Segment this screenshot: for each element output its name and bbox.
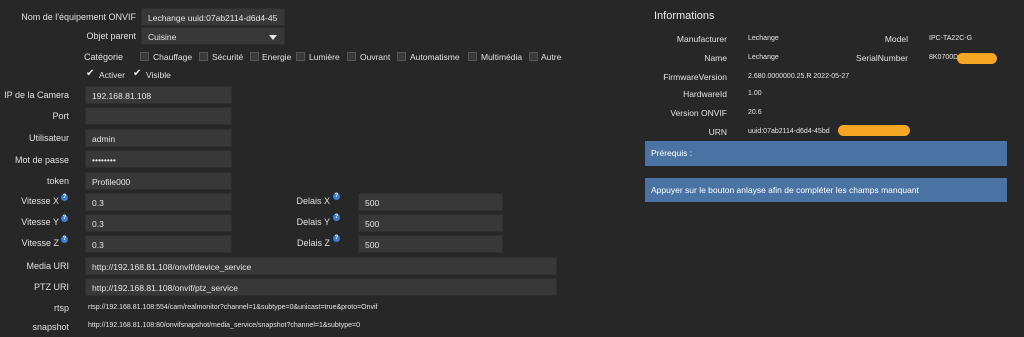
visible-label: Visible <box>146 70 171 80</box>
hardware-label: HardwareId <box>683 89 727 99</box>
activate-label: Activer <box>99 70 125 80</box>
token-label: token <box>46 176 69 186</box>
category-label-autre: Autre <box>541 52 562 62</box>
speed-x-input[interactable]: 0.3 <box>85 193 232 211</box>
hardware-value: 1.00 <box>748 90 762 97</box>
delay-x-label: Delais X <box>296 196 330 206</box>
redaction-mark <box>838 125 910 136</box>
category-checkbox-lumiere[interactable] <box>296 52 305 61</box>
category-label-lumiere: Lumière <box>309 52 340 62</box>
user-label: Utilisateur <box>28 133 69 143</box>
speed-z-input[interactable]: 0.3 <box>85 235 232 253</box>
manufacturer-label: Manufacturer <box>676 34 727 44</box>
manufacturer-value: Lechange <box>748 35 779 42</box>
firmware-label: FirmwareVersion <box>663 72 727 82</box>
prerequisites-box: Prérequis : <box>645 141 1007 166</box>
ptz-uri-label: PTZ URI <box>34 282 69 292</box>
analyse-hint-text: Appuyer sur le bouton anlayse afin de co… <box>651 185 919 195</box>
redaction-mark <box>957 53 997 64</box>
category-checkbox-chauffage[interactable] <box>140 52 149 61</box>
help-icon[interactable]: ? <box>61 236 68 243</box>
chevron-down-icon <box>269 35 277 40</box>
visible-checkbox[interactable]: ✔ <box>133 69 141 79</box>
category-checkbox-automatisme[interactable] <box>397 52 406 61</box>
speed-z-label: Vitesse Z <box>21 238 59 248</box>
delay-y-input[interactable]: 500 <box>358 214 503 232</box>
help-icon[interactable]: ? <box>61 215 68 222</box>
rtsp-value: rtsp://192.168.81.108:554/cam/realmonito… <box>88 304 378 311</box>
category-label-chauffage: Chauffage <box>153 52 193 62</box>
ip-input[interactable]: 192.168.81.108 <box>85 86 232 104</box>
parent-object-select[interactable]: Cuisine <box>141 27 285 45</box>
help-icon[interactable]: ? <box>333 214 340 221</box>
token-input[interactable]: Profile000 <box>85 172 232 190</box>
model-label: Model <box>884 34 908 44</box>
delay-x-input[interactable]: 500 <box>358 193 503 211</box>
category-label-automatisme: Automatisme <box>410 52 460 62</box>
delay-z-input[interactable]: 500 <box>358 235 503 253</box>
category-checkbox-energie[interactable] <box>250 52 259 61</box>
snapshot-value: http://192.168.81.108:80/onvifsnapshot/m… <box>88 322 361 329</box>
category-label-ouvrant: Ouvrant <box>360 52 391 62</box>
category-label: Catégorie <box>83 52 123 62</box>
media-uri-label: Media URI <box>26 261 69 271</box>
port-input[interactable] <box>85 107 232 125</box>
help-icon[interactable]: ? <box>61 194 68 201</box>
prerequisites-text: Prérequis : <box>651 148 693 158</box>
equipment-name-label: Nom de l'équipement ONVIF <box>21 12 136 22</box>
serial-label: SerialNumber <box>856 53 908 63</box>
help-icon[interactable]: ? <box>333 193 340 200</box>
category-label-securite: Sécurité <box>212 52 244 62</box>
onvif-version-label: Version ONVIF <box>670 108 727 118</box>
password-label: Mot de passe <box>14 155 69 165</box>
category-checkbox-securite[interactable] <box>199 52 208 61</box>
activate-checkbox[interactable]: ✔ <box>86 69 94 79</box>
snapshot-label: snapshot <box>32 322 69 332</box>
urn-label: URN <box>708 127 727 137</box>
name-label: Name <box>704 53 727 63</box>
category-label-multimedia: Multimédia <box>481 52 523 62</box>
speed-y-input[interactable]: 0.3 <box>85 214 232 232</box>
name-value: Lechange <box>748 54 779 61</box>
category-checkbox-ouvrant[interactable] <box>347 52 356 61</box>
category-label-energie: Energie <box>262 52 292 62</box>
speed-y-label: Vitesse Y <box>21 217 59 227</box>
port-label: Port <box>52 111 69 121</box>
category-checkbox-multimedia[interactable] <box>468 52 477 61</box>
analyse-hint-box: Appuyer sur le bouton anlayse afin de co… <box>645 178 1007 202</box>
help-icon[interactable]: ? <box>333 235 340 242</box>
user-input[interactable]: admin <box>85 129 232 147</box>
onvif-version-value: 20.6 <box>748 109 762 116</box>
equipment-name-input[interactable]: Lechange uuid:07ab2114-d6d4-45 <box>141 8 285 26</box>
parent-object-value: Cuisine <box>148 32 177 42</box>
category-checkbox-autre[interactable] <box>529 52 538 61</box>
serial-value: 8K0700D <box>929 54 959 61</box>
parent-object-label: Objet parent <box>86 31 136 41</box>
delay-z-label: Delais Z <box>296 238 330 248</box>
delay-y-label: Delais Y <box>296 217 330 227</box>
rtsp-label: rtsp <box>53 303 69 313</box>
password-input[interactable]: •••••••• <box>85 150 232 168</box>
ptz-uri-input[interactable]: http://192.168.81.108/onvif/ptz_service <box>85 278 557 296</box>
urn-value: uuid:07ab2114-d6d4-45bd <box>748 128 830 135</box>
model-value: IPC-TA22C-G <box>929 35 973 42</box>
media-uri-input[interactable]: http://192.168.81.108/onvif/device_servi… <box>85 257 557 275</box>
ip-label: IP de la Camera <box>4 90 69 100</box>
info-title: Informations <box>654 10 715 22</box>
firmware-value: 2.680.0000000.25.R 2022-05-27 <box>748 73 850 80</box>
speed-x-label: Vitesse X <box>21 196 59 206</box>
